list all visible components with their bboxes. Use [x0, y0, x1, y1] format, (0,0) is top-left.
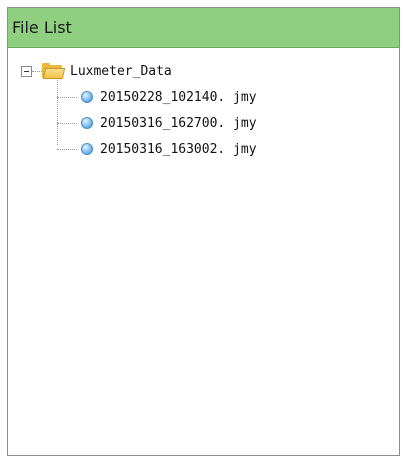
- panel-header: File List: [8, 8, 399, 48]
- tree-connector: [57, 148, 77, 150]
- file-item[interactable]: 20150228_102140. jmy: [57, 84, 399, 110]
- tree-connector: [57, 78, 58, 145]
- file-item-label: 20150316_162700. jmy: [100, 115, 257, 131]
- file-item-label: 20150228_102140. jmy: [100, 89, 257, 105]
- tree-root-label: Luxmeter_Data: [70, 63, 172, 79]
- panel-title: File List: [12, 18, 72, 37]
- file-list-panel: File List Luxmeter_Data 20150228_102140.…: [7, 7, 400, 456]
- collapse-toggle-icon[interactable]: [21, 65, 32, 77]
- tree-connector: [57, 122, 77, 124]
- tree-children: 20150228_102140. jmy 20150316_162700. jm…: [57, 78, 399, 162]
- tree-root-node[interactable]: Luxmeter_Data: [12, 58, 399, 84]
- file-item-label: 20150316_163002. jmy: [100, 141, 257, 157]
- file-icon: [81, 143, 93, 155]
- tree-connector: [57, 96, 77, 98]
- file-icon: [81, 91, 93, 103]
- file-item[interactable]: 20150316_162700. jmy: [57, 110, 399, 136]
- file-item[interactable]: 20150316_163002. jmy: [57, 136, 399, 162]
- folder-icon: [42, 63, 66, 79]
- file-tree: Luxmeter_Data 20150228_102140. jmy 20150…: [12, 58, 399, 162]
- tree-connector: [32, 70, 42, 72]
- file-icon: [81, 117, 93, 129]
